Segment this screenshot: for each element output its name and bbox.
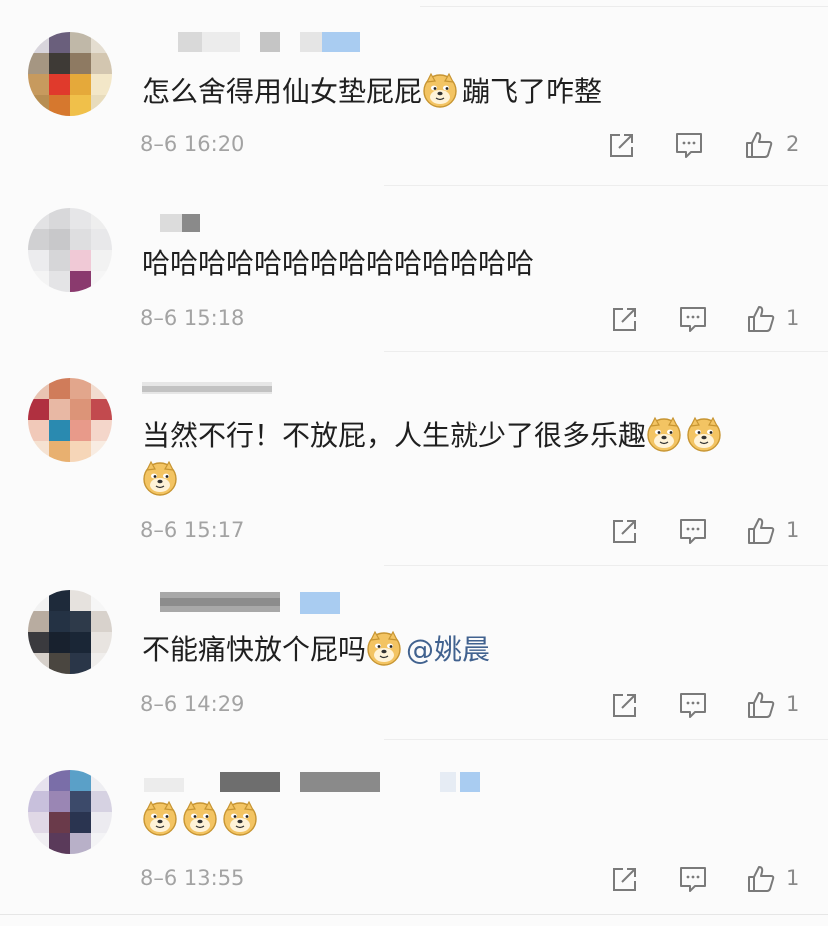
doge-emoji [222,800,258,836]
comment-text-emoji-line [142,798,262,842]
thumbs-up-icon[interactable] [746,516,776,546]
timestamp: 8–6 13:55 [140,866,245,890]
thumbs-up-icon[interactable] [746,864,776,894]
comment-text-tail: 蹦飞了咋整 [462,75,603,108]
thumbs-up-icon[interactable] [746,690,776,720]
comment-icon[interactable] [674,130,704,160]
avatar[interactable] [28,32,112,116]
comment-icon[interactable] [678,690,708,720]
comment-icon[interactable] [678,516,708,546]
timestamp: 8–6 14:29 [140,692,245,716]
username-redacted[interactable] [178,32,368,54]
comment-item: 8–6 13:55 1 [0,740,828,914]
comment-item: 当然不行！不放屁，人生就少了很多乐趣 8–6 15:17 1 [0,352,828,566]
comment-text: 不能痛快放个屁吗 @姚晨 [142,628,490,672]
thumbs-up-icon[interactable] [744,130,774,160]
like-count: 2 [786,132,800,156]
doge-emoji [142,460,178,496]
comment-item: 不能痛快放个屁吗 @姚晨 8–6 14:29 1 [0,566,828,740]
share-icon[interactable] [607,130,637,160]
comment-text-emoji-line [142,458,182,502]
username-redacted[interactable] [142,382,292,404]
doge-emoji [686,416,722,452]
like-count: 1 [786,692,800,716]
avatar[interactable] [28,590,112,674]
avatar[interactable] [28,378,112,462]
comment-text-main: 怎么舍得用仙女垫屁屁 [142,75,423,108]
comment-icon[interactable] [678,304,708,334]
timestamp: 8–6 15:17 [140,518,245,542]
comment-text: 哈哈哈哈哈哈哈哈哈哈哈哈哈哈 [142,247,535,280]
comment-icon[interactable] [678,864,708,894]
bottom-divider [0,914,828,915]
doge-emoji [142,800,178,836]
avatar[interactable] [28,208,112,292]
timestamp: 8–6 16:20 [140,132,245,156]
doge-emoji [646,416,682,452]
avatar[interactable] [28,770,112,854]
thumbs-up-icon[interactable] [746,304,776,334]
timestamp: 8–6 15:18 [140,306,245,330]
doge-emoji [182,800,218,836]
comment-text-main: 不能痛快放个屁吗 [142,633,367,666]
share-icon[interactable] [610,864,640,894]
like-count: 1 [786,518,800,542]
doge-emoji [366,630,402,666]
doge-emoji [422,72,458,108]
comment-text: 当然不行！不放屁，人生就少了很多乐趣 [142,414,726,458]
share-icon[interactable] [610,304,640,334]
comment-text: 怎么舍得用仙女垫屁屁 蹦飞了咋整 [142,70,602,114]
like-count: 1 [786,866,800,890]
comment-item: 怎么舍得用仙女垫屁屁 蹦飞了咋整 8–6 16:20 2 [0,0,828,186]
comment-item: 哈哈哈哈哈哈哈哈哈哈哈哈哈哈 8–6 15:18 1 [0,186,828,352]
mention-link[interactable]: @姚晨 [406,633,490,666]
username-redacted[interactable] [144,772,484,794]
username-redacted[interactable] [160,592,350,614]
comment-text-main: 当然不行！不放屁，人生就少了很多乐趣 [142,419,647,452]
share-icon[interactable] [610,516,640,546]
username-redacted[interactable] [160,214,240,236]
like-count: 1 [786,306,800,330]
share-icon[interactable] [610,690,640,720]
